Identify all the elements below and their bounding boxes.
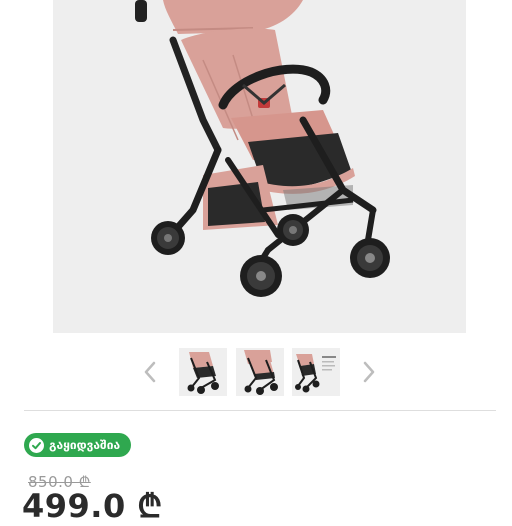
carousel-next-button[interactable]: [357, 356, 381, 388]
carousel-prev-button[interactable]: [138, 356, 162, 388]
stroller-thumbnail: [187, 352, 219, 394]
check-circle-icon: [29, 437, 44, 453]
stroller-thumbnail: [244, 350, 278, 395]
chevron-left-icon: [144, 361, 156, 383]
product-main-image[interactable]: [53, 0, 466, 333]
availability-badge: გაყიდვაშია: [24, 433, 132, 457]
section-divider: [24, 410, 496, 411]
chevron-right-icon: [363, 361, 375, 383]
current-price: 499.0 ₾: [22, 487, 163, 525]
thumbnail-3[interactable]: [292, 348, 340, 396]
availability-label: გაყიდვაშია: [49, 438, 121, 452]
stroller-image: [135, 0, 390, 297]
thumbnail-2[interactable]: [236, 348, 284, 396]
stroller-info-thumbnail: [295, 354, 336, 393]
thumbnail-1[interactable]: [179, 348, 227, 396]
